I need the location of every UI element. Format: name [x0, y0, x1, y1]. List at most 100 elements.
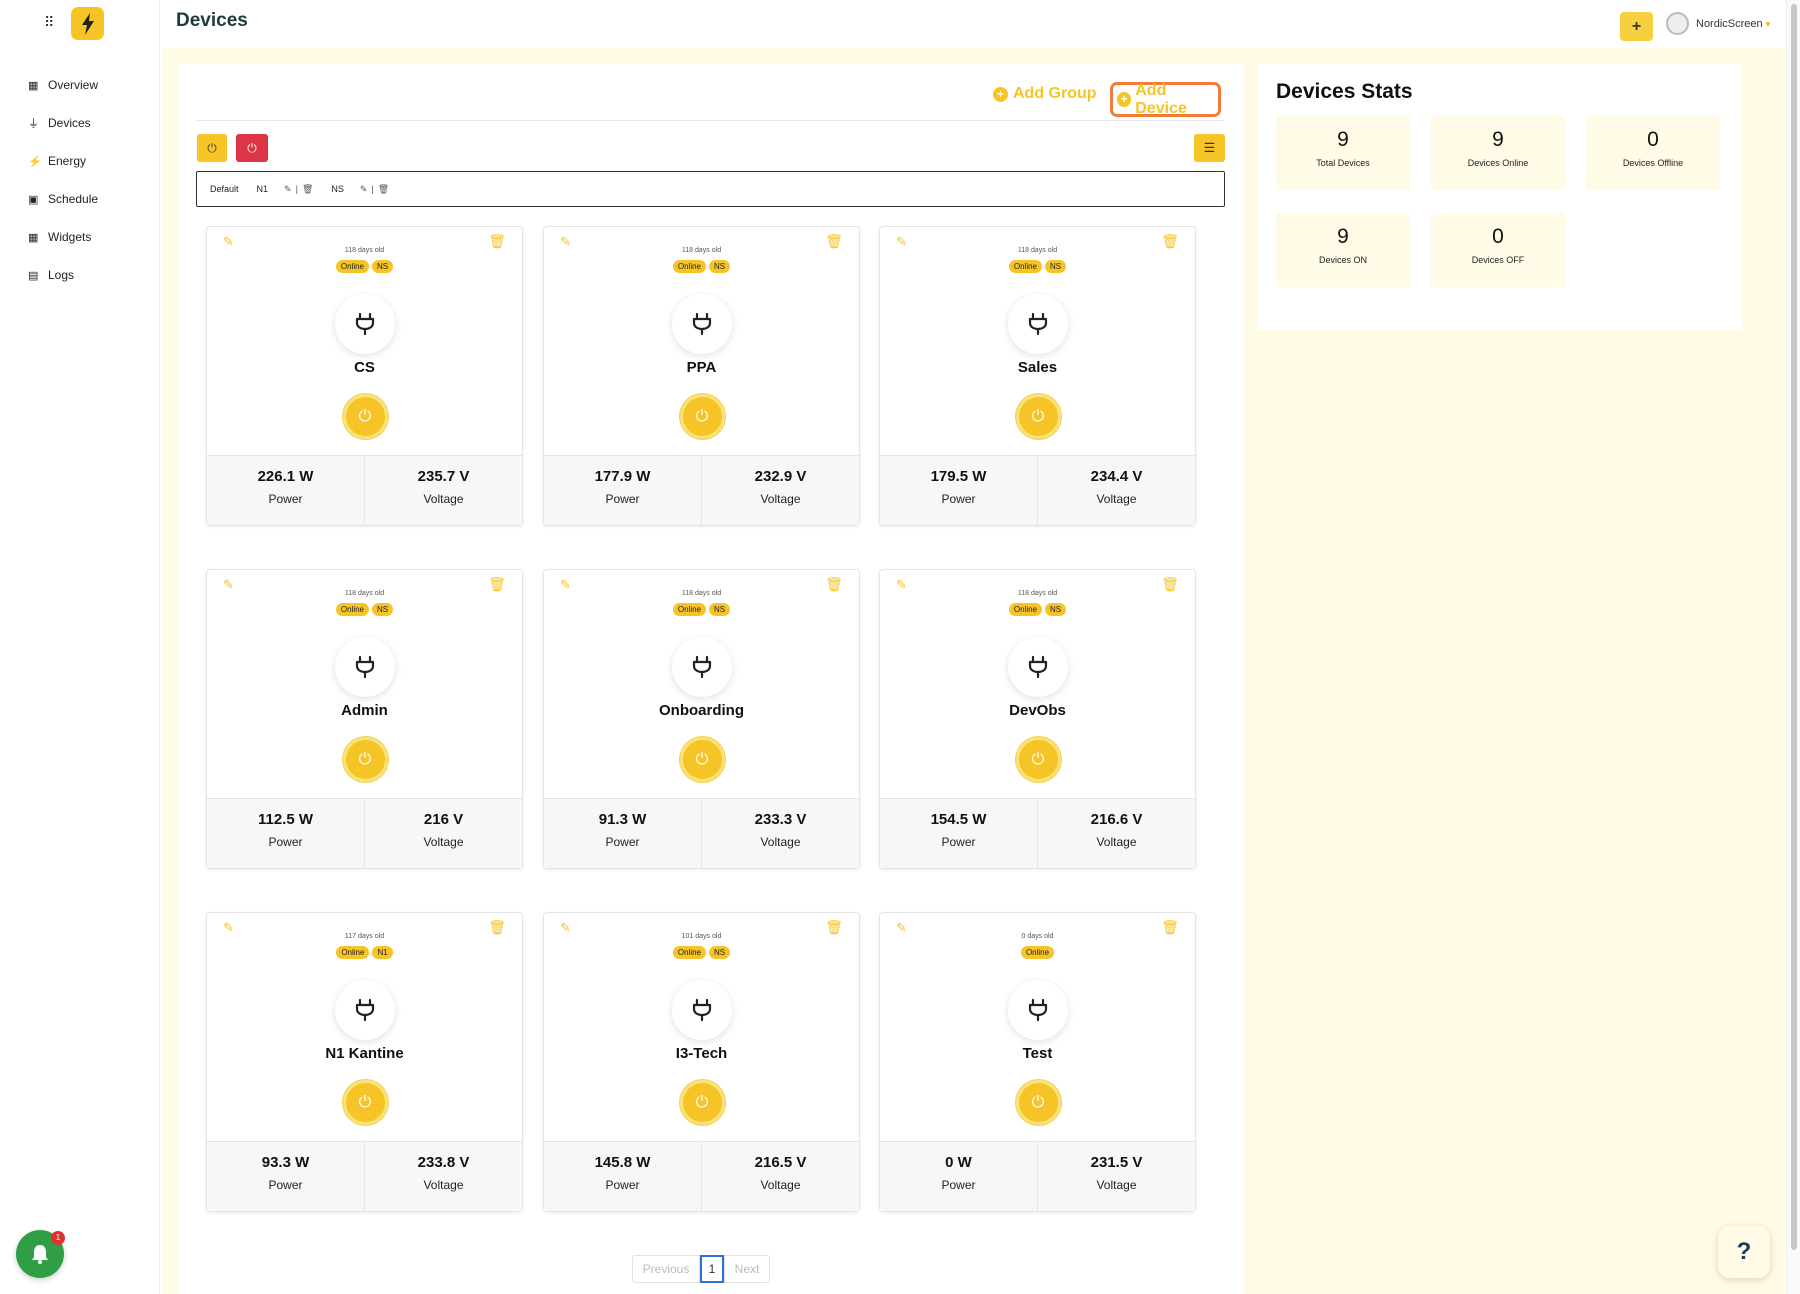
- device-name: Sales: [1017, 359, 1058, 376]
- add-group-button[interactable]: + Add Group: [993, 85, 1097, 103]
- group-tab-ns[interactable]: NS ✎ | 🗑: [327, 182, 393, 197]
- device-stats: 145.8 W Power 216.5 V Voltage: [544, 1141, 859, 1211]
- calendar-icon: ▣: [28, 193, 39, 206]
- user-menu[interactable]: NordicScreen ▾: [1696, 18, 1770, 30]
- power-toggle-button[interactable]: ⏻: [679, 737, 725, 782]
- quick-add-button[interactable]: +: [1620, 12, 1653, 41]
- device-stats: 179.5 W Power 234.4 V Voltage: [880, 455, 1195, 525]
- stat-value: 9: [1337, 225, 1349, 248]
- power-stat: 145.8 W Power: [544, 1142, 701, 1211]
- badge-group: Online NS: [880, 260, 1195, 273]
- sidebar-item-devices[interactable]: ⏚ Devices: [28, 104, 98, 142]
- sidebar-item-label: Devices: [48, 116, 91, 130]
- stats-title: Devices Stats: [1276, 80, 1413, 103]
- help-button[interactable]: ?: [1718, 1226, 1770, 1278]
- sidebar-item-label: Overview: [48, 78, 99, 92]
- avatar[interactable]: [1666, 12, 1689, 35]
- power-label: Power: [605, 492, 640, 506]
- stat-devices-on: 9 Devices ON: [1276, 213, 1410, 287]
- trash-icon[interactable]: 🗑: [302, 184, 313, 195]
- plug-icon: ⏚: [28, 118, 39, 130]
- voltage-label: Voltage: [760, 835, 801, 849]
- device-age: 118 days old: [681, 590, 722, 597]
- app-logo[interactable]: [71, 7, 104, 40]
- group-tab-default[interactable]: Default: [206, 182, 243, 196]
- power-label: Power: [268, 835, 303, 849]
- power-value: 0 W: [945, 1154, 972, 1171]
- plug-icon: [671, 980, 732, 1040]
- list-view-button[interactable]: ☰: [1194, 134, 1225, 162]
- power-toggle-button[interactable]: ⏻: [679, 394, 725, 439]
- status-badge: NS: [709, 603, 731, 616]
- sidebar-item-logs[interactable]: ▤ Logs: [28, 256, 98, 294]
- apps-grid-icon[interactable]: ⠿: [44, 14, 54, 31]
- power-toggle-button[interactable]: ⏻: [1015, 737, 1061, 782]
- sidebar-item-label: Widgets: [48, 230, 92, 244]
- power-icon: ⏻: [1031, 407, 1045, 425]
- grid-icon: ▦: [28, 231, 39, 244]
- voltage-label: Voltage: [423, 492, 464, 506]
- power-icon: ⏻: [207, 140, 217, 155]
- power-icon: ⏻: [695, 407, 709, 425]
- device-stats: 91.3 W Power 233.3 V Voltage: [544, 798, 859, 868]
- scrollbar-thumb[interactable]: [1791, 4, 1797, 1250]
- grid-icon: ▦: [28, 79, 39, 92]
- status-badge: NS: [372, 260, 394, 273]
- power-toggle-button[interactable]: ⏻: [342, 394, 388, 439]
- power-label: Power: [941, 492, 976, 506]
- menu-icon: ☰: [1203, 140, 1216, 155]
- power-toggle-button[interactable]: ⏻: [1015, 394, 1061, 439]
- sidebar-item-energy[interactable]: ⚡ Energy: [28, 142, 98, 180]
- pagination-previous[interactable]: Previous: [632, 1255, 700, 1283]
- username: NordicScreen: [1696, 18, 1763, 30]
- all-on-button[interactable]: ⏻: [197, 134, 227, 162]
- pencil-icon[interactable]: ✎: [360, 184, 368, 195]
- power-label: Power: [941, 1178, 976, 1192]
- device-name: CS: [354, 359, 375, 376]
- device-card: ✎ 🗑 117 days old Online N1 N1 Kantine ⏻ 93.3 WP…: [206, 912, 523, 1212]
- pagination-page[interactable]: 1: [700, 1255, 724, 1283]
- trash-icon[interactable]: 🗑: [378, 184, 389, 195]
- plug-icon: [1007, 294, 1068, 354]
- status-badge: NS: [1045, 603, 1067, 616]
- status-badge: Online: [336, 946, 370, 959]
- bolt-icon: ⚡: [28, 155, 42, 168]
- voltage-stat: 233.8 V Voltage: [364, 1142, 522, 1211]
- sidebar-nav: ▦ Overview ⏚ Devices ⚡ Energy ▣ Schedule…: [28, 66, 98, 294]
- device-name: N1 Kantine: [325, 1045, 404, 1062]
- power-toggle-button[interactable]: ⏻: [1015, 1080, 1061, 1125]
- group-tab-n1[interactable]: N1 ✎ | 🗑: [253, 182, 318, 197]
- power-toggle-button[interactable]: ⏻: [342, 1080, 388, 1125]
- plug-icon: [334, 980, 395, 1040]
- stat-caption: Total Devices: [1316, 158, 1370, 168]
- sidebar-item-overview[interactable]: ▦ Overview: [28, 66, 98, 104]
- all-off-button[interactable]: ⏻: [236, 134, 268, 162]
- group-label: Default: [210, 184, 239, 194]
- stat-value: 9: [1337, 128, 1349, 151]
- power-toggle-button[interactable]: ⏻: [679, 1080, 725, 1125]
- power-value: 93.3 W: [261, 1154, 310, 1171]
- voltage-stat: 232.9 V Voltage: [701, 456, 859, 525]
- add-device-button[interactable]: + Add Device: [1110, 82, 1221, 117]
- voltage-value: 233.3 V: [754, 811, 807, 828]
- device-stats: 177.9 W Power 232.9 V Voltage: [544, 455, 859, 525]
- badge-group: Online NS: [207, 603, 522, 616]
- power-label: Power: [605, 835, 640, 849]
- device-stats: 93.3 W Power 233.8 V Voltage: [207, 1141, 522, 1211]
- power-label: Power: [268, 1178, 303, 1192]
- device-card: ✎ 🗑 118 days old Online NS Sales ⏻ 179.5 W Power…: [879, 226, 1196, 526]
- sidebar-item-widgets[interactable]: ▦ Widgets: [28, 218, 98, 256]
- power-value: 179.5 W: [930, 468, 987, 485]
- sidebar-item-schedule[interactable]: ▣ Schedule: [28, 180, 98, 218]
- device-card: ✎ 🗑 0 days old Online Test ⏻ 0 W Power 231.5 V Vo…: [879, 912, 1196, 1212]
- plus-circle-icon: +: [993, 86, 1008, 102]
- power-stat: 177.9 W Power: [544, 456, 701, 525]
- scrollbar[interactable]: [1786, 0, 1800, 1294]
- pagination-next[interactable]: Next: [724, 1255, 770, 1283]
- power-toggle-button[interactable]: ⏻: [342, 737, 388, 782]
- status-badge: Online: [672, 603, 706, 616]
- plug-icon: [334, 294, 395, 354]
- pencil-icon[interactable]: ✎: [284, 184, 292, 195]
- device-age: 118 days old: [1017, 590, 1058, 597]
- voltage-label: Voltage: [1096, 492, 1137, 506]
